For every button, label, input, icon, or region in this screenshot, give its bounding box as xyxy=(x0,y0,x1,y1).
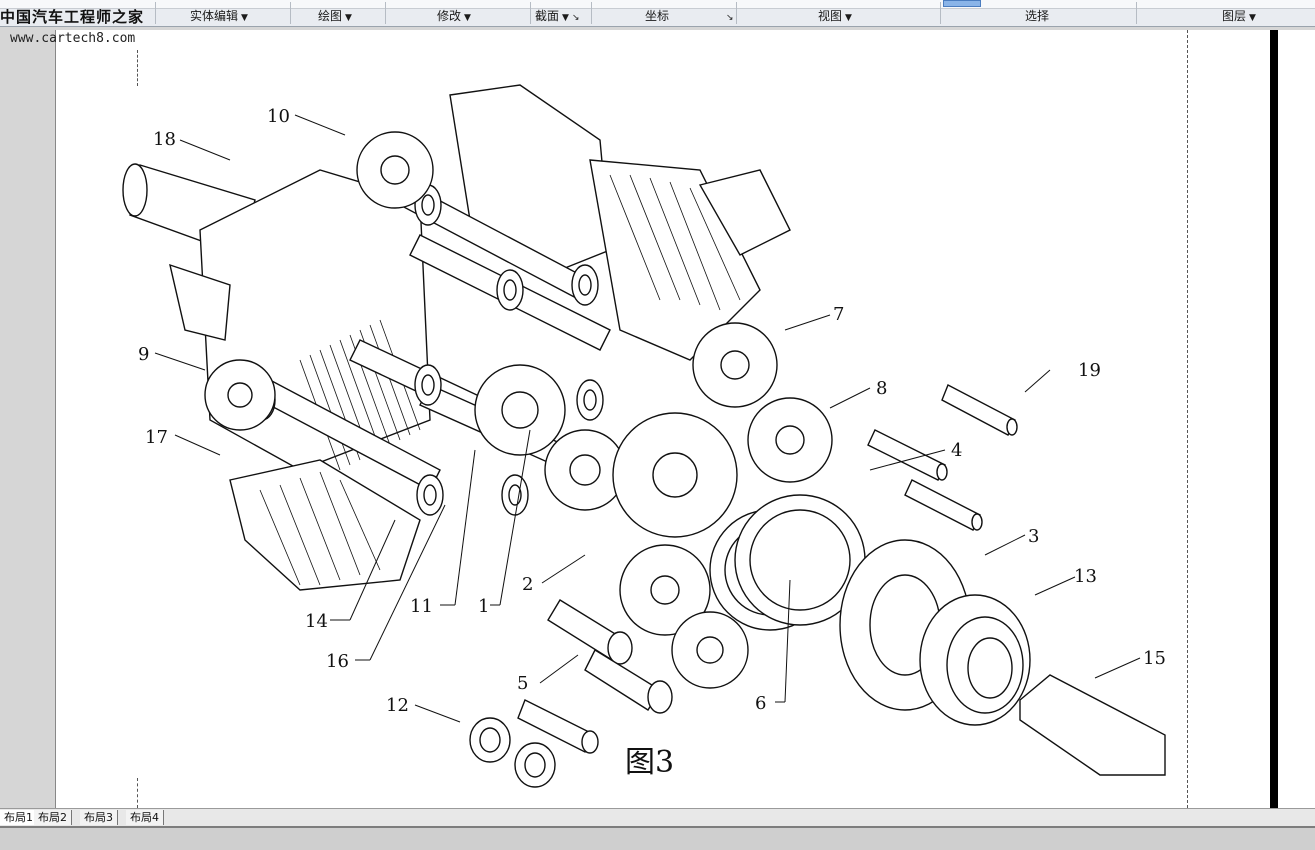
tab-layout2[interactable]: 布局2 xyxy=(34,810,72,825)
panel-section[interactable]: 截面 ▼ ↘ xyxy=(535,8,579,24)
callout-5: 5 xyxy=(517,673,528,694)
callout-1: 1 xyxy=(478,596,489,617)
chevron-down-icon: ▼ xyxy=(345,13,352,23)
panel-label: 修改 xyxy=(437,9,462,23)
panel-label: 绘图 xyxy=(318,9,343,23)
panel-separator xyxy=(155,2,156,24)
shaft-end xyxy=(122,163,148,217)
panel-separator xyxy=(1136,2,1137,24)
callout-11: 11 xyxy=(410,596,433,617)
dialog-launcher-icon[interactable]: ↘ xyxy=(572,13,580,23)
small-parts xyxy=(469,699,599,788)
exploded-gear-drawing[interactable]: 1 2 3 4 5 6 7 8 9 10 11 12 13 14 15 16 1… xyxy=(56,30,1186,805)
figure-caption: 图3 xyxy=(625,745,674,780)
layout-tab-bar: 布局1 布局2 布局3 布局4 xyxy=(0,808,1315,827)
panel-draw[interactable]: 绘图 ▼ xyxy=(318,8,352,24)
paper-margin xyxy=(1278,30,1315,808)
panel-label: 截面 xyxy=(535,9,560,23)
panel-separator xyxy=(385,2,386,24)
panel-solid-edit[interactable]: 实体编辑 ▼ xyxy=(190,8,248,24)
panel-label: 视图 xyxy=(818,9,843,23)
callout-6: 6 xyxy=(755,693,766,714)
chevron-down-icon: ▼ xyxy=(845,13,852,23)
bearing-assembly xyxy=(839,539,1031,726)
panel-coordinates[interactable]: 坐标 xyxy=(645,8,669,24)
ribbon: 中国汽车工程师之家 实体编辑 ▼ 绘图 ▼ 修改 ▼ 截面 ▼ ↘ 坐标 ↘ 视图 ▼ 选择… xyxy=(0,0,1315,27)
panel-label: 实体编辑 xyxy=(190,9,239,23)
callout-17: 17 xyxy=(145,427,168,448)
coordinates-launcher[interactable]: ↘ xyxy=(723,8,734,24)
cluster-gears xyxy=(612,322,866,689)
panel-separator xyxy=(591,2,592,24)
printable-area-boundary xyxy=(1187,30,1188,808)
panel-separator xyxy=(530,2,531,24)
selected-tool-indicator[interactable] xyxy=(943,0,981,7)
panel-separator xyxy=(940,2,941,24)
chevron-down-icon: ▼ xyxy=(562,13,569,23)
panel-separator xyxy=(736,2,737,24)
panel-view[interactable]: 视图 ▼ xyxy=(818,8,852,24)
chevron-down-icon: ▼ xyxy=(1249,13,1256,23)
panel-label: 图层 xyxy=(1222,9,1247,23)
callout-3: 3 xyxy=(1028,526,1039,547)
callout-18: 18 xyxy=(153,129,176,150)
dialog-launcher-icon: ↘ xyxy=(726,13,734,23)
callout-10: 10 xyxy=(267,106,290,127)
output-shaft xyxy=(1019,674,1166,776)
model-space-margin xyxy=(0,27,55,807)
tab-layout3[interactable]: 布局3 xyxy=(80,810,118,825)
callout-4: 4 xyxy=(951,440,962,461)
callout-2: 2 xyxy=(522,574,533,595)
dowel-pins xyxy=(867,384,1018,531)
callout-9: 9 xyxy=(138,344,149,365)
callout-16: 16 xyxy=(326,651,349,672)
watermark-logo: 中国汽车工程师之家 xyxy=(0,8,145,26)
callout-19: 19 xyxy=(1078,360,1101,381)
panel-modify[interactable]: 修改 ▼ xyxy=(437,8,471,24)
paper-shadow xyxy=(1270,30,1278,808)
callout-15: 15 xyxy=(1143,648,1166,669)
chevron-down-icon: ▼ xyxy=(241,13,248,23)
bevel-ring-gear-bottom xyxy=(229,459,421,591)
callout-8: 8 xyxy=(876,378,887,399)
status-bar xyxy=(0,826,1315,850)
callout-14: 14 xyxy=(305,611,328,632)
tab-layout4[interactable]: 布局4 xyxy=(126,810,164,825)
chevron-down-icon: ▼ xyxy=(464,13,471,23)
tab-layout1[interactable]: 布局1 xyxy=(0,810,38,825)
panel-layers[interactable]: 图层 ▼ xyxy=(1222,8,1256,24)
panel-select[interactable]: 选择 xyxy=(1025,8,1049,24)
panel-separator xyxy=(290,2,291,24)
panel-label: 坐标 xyxy=(645,9,670,23)
callout-7: 7 xyxy=(833,304,844,325)
callout-13: 13 xyxy=(1074,566,1097,587)
callout-12: 12 xyxy=(386,695,409,716)
panel-label: 选择 xyxy=(1025,9,1050,23)
